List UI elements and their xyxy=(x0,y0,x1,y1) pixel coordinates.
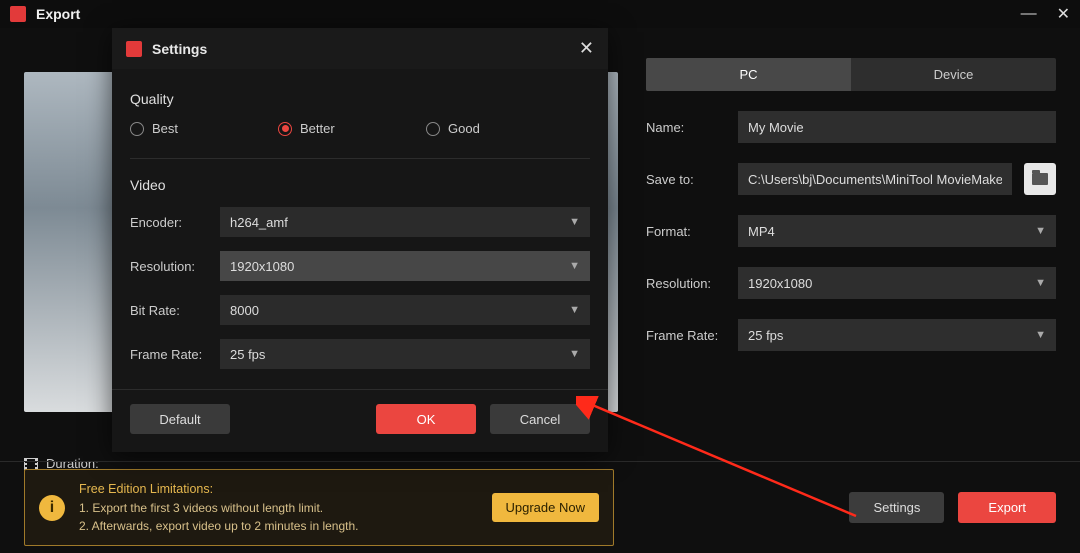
cancel-button[interactable]: Cancel xyxy=(490,404,590,434)
encoder-label: Encoder: xyxy=(130,215,220,230)
quality-best-radio[interactable]: Best xyxy=(130,121,260,136)
radio-dot-icon xyxy=(426,122,440,136)
dialog-title: Settings xyxy=(152,41,207,57)
dialog-footer: Default OK Cancel xyxy=(112,389,608,452)
quality-better-radio[interactable]: Better xyxy=(278,121,408,136)
tab-pc[interactable]: PC xyxy=(646,58,851,91)
dialog-body: Quality Best Better Good Video Encoder: … xyxy=(112,69,608,389)
quality-better-label: Better xyxy=(300,121,335,136)
export-button[interactable]: Export xyxy=(958,492,1056,523)
dlg-framerate-select[interactable]: 25 fps ▼ xyxy=(220,339,590,369)
resolution-value: 1920x1080 xyxy=(748,276,812,291)
radio-dot-icon xyxy=(130,122,144,136)
limitations-line2: 2. Afterwards, export video up to 2 minu… xyxy=(79,517,359,535)
saveto-input[interactable] xyxy=(738,163,1012,195)
limitations-text: Free Edition Limitations: 1. Export the … xyxy=(79,480,359,535)
video-heading: Video xyxy=(130,177,590,193)
quality-good-label: Good xyxy=(448,121,480,136)
quality-heading: Quality xyxy=(130,91,590,107)
output-tabs: PC Device xyxy=(646,58,1056,91)
chevron-down-icon: ▼ xyxy=(569,348,580,360)
quality-best-label: Best xyxy=(152,121,178,136)
chevron-down-icon: ▼ xyxy=(1035,277,1046,289)
quality-radio-group: Best Better Good xyxy=(130,121,590,159)
settings-button[interactable]: Settings xyxy=(849,492,944,523)
field-dlg-resolution: Resolution: 1920x1080 ▼ xyxy=(130,251,590,281)
bitrate-select[interactable]: 8000 ▼ xyxy=(220,295,590,325)
titlebar: Export — ✕ xyxy=(0,0,1080,28)
window-title: Export xyxy=(36,6,80,22)
dialog-titlebar: Settings ✕ xyxy=(112,28,608,69)
info-icon: i xyxy=(39,495,65,521)
app-logo xyxy=(10,6,26,22)
name-input[interactable] xyxy=(738,111,1056,143)
field-name: Name: xyxy=(646,111,1056,143)
encoder-select[interactable]: h264_amf ▼ xyxy=(220,207,590,237)
field-resolution: Resolution: 1920x1080 ▼ xyxy=(646,267,1056,299)
minimize-button[interactable]: — xyxy=(1021,5,1037,23)
settings-dialog: Settings ✕ Quality Best Better Good Vide… xyxy=(112,28,608,452)
format-value: MP4 xyxy=(748,224,775,239)
bottom-bar: i Free Edition Limitations: 1. Export th… xyxy=(0,461,1080,553)
field-saveto: Save to: xyxy=(646,163,1056,195)
limitations-title: Free Edition Limitations: xyxy=(79,480,359,499)
quality-good-radio[interactable]: Good xyxy=(426,121,556,136)
bitrate-label: Bit Rate: xyxy=(130,303,220,318)
framerate-label: Frame Rate: xyxy=(646,328,726,343)
resolution-label: Resolution: xyxy=(646,276,726,291)
app-logo xyxy=(126,41,142,57)
browse-folder-button[interactable] xyxy=(1024,163,1056,195)
window-controls: — ✕ xyxy=(1021,0,1070,28)
framerate-value: 25 fps xyxy=(748,328,783,343)
free-edition-banner: i Free Edition Limitations: 1. Export th… xyxy=(24,469,614,546)
limitations-line1: 1. Export the first 3 videos without len… xyxy=(79,499,359,517)
dlg-framerate-label: Frame Rate: xyxy=(130,347,220,362)
dlg-resolution-value: 1920x1080 xyxy=(230,259,294,274)
framerate-select[interactable]: 25 fps ▼ xyxy=(738,319,1056,351)
tab-device[interactable]: Device xyxy=(851,58,1056,91)
format-label: Format: xyxy=(646,224,726,239)
close-button[interactable]: ✕ xyxy=(1057,4,1070,24)
dialog-close-button[interactable]: ✕ xyxy=(579,38,594,59)
upgrade-button[interactable]: Upgrade Now xyxy=(492,493,600,522)
dlg-resolution-select[interactable]: 1920x1080 ▼ xyxy=(220,251,590,281)
ok-button[interactable]: OK xyxy=(376,404,476,434)
chevron-down-icon: ▼ xyxy=(569,304,580,316)
field-bitrate: Bit Rate: 8000 ▼ xyxy=(130,295,590,325)
chevron-down-icon: ▼ xyxy=(569,260,580,272)
name-label: Name: xyxy=(646,120,726,135)
export-options: PC Device Name: Save to: Format: MP4 ▼ R… xyxy=(626,28,1080,458)
resolution-select[interactable]: 1920x1080 ▼ xyxy=(738,267,1056,299)
format-select[interactable]: MP4 ▼ xyxy=(738,215,1056,247)
field-format: Format: MP4 ▼ xyxy=(646,215,1056,247)
chevron-down-icon: ▼ xyxy=(1035,225,1046,237)
radio-dot-icon xyxy=(278,122,292,136)
field-encoder: Encoder: h264_amf ▼ xyxy=(130,207,590,237)
dlg-resolution-label: Resolution: xyxy=(130,259,220,274)
field-dlg-framerate: Frame Rate: 25 fps ▼ xyxy=(130,339,590,369)
saveto-label: Save to: xyxy=(646,172,726,187)
chevron-down-icon: ▼ xyxy=(569,216,580,228)
dlg-framerate-value: 25 fps xyxy=(230,347,265,362)
encoder-value: h264_amf xyxy=(230,215,288,230)
field-framerate: Frame Rate: 25 fps ▼ xyxy=(646,319,1056,351)
chevron-down-icon: ▼ xyxy=(1035,329,1046,341)
default-button[interactable]: Default xyxy=(130,404,230,434)
bitrate-value: 8000 xyxy=(230,303,259,318)
folder-icon xyxy=(1032,173,1048,185)
